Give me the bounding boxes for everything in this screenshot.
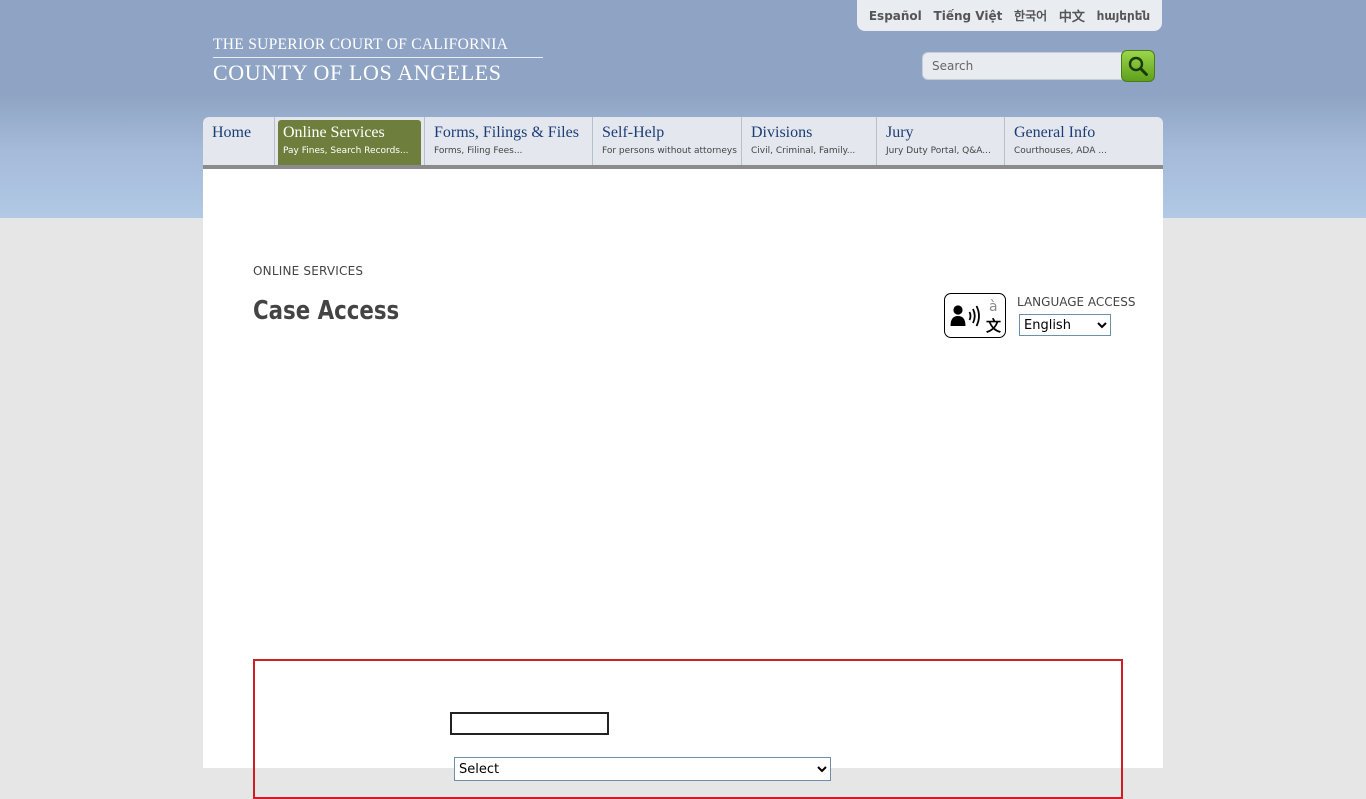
nav-item-title: Self-Help <box>602 124 665 141</box>
language-access-label: LANGUAGE ACCESS <box>1017 295 1136 309</box>
lang-link-armenian[interactable]: հայերեն <box>1097 9 1151 23</box>
nav-item-forms-filings[interactable]: Forms, Filings & Files Forms, Filing Fee… <box>425 117 593 165</box>
search-button[interactable] <box>1121 50 1155 82</box>
nav-item-title: Online Services <box>283 124 385 141</box>
svg-text:文: 文 <box>986 317 1002 335</box>
section-eyebrow: ONLINE SERVICES <box>253 264 364 278</box>
lang-link-korean[interactable]: 한국어 <box>1014 7 1047 24</box>
court-logo[interactable]: THE SUPERIOR COURT OF CALIFORNIA COUNTY … <box>213 36 543 86</box>
nav-item-divisions[interactable]: Divisions Civil, Criminal, Family... <box>742 117 877 165</box>
nav-item-active-tab: Online Services Pay Fines, Search Record… <box>278 120 421 165</box>
case-type-select[interactable]: Select <box>454 757 831 781</box>
nav-item-jury[interactable]: Jury Jury Duty Portal, Q&A... <box>877 117 1005 165</box>
nav-item-title: Divisions <box>751 124 813 141</box>
nav-item-subtitle: Courthouses, ADA ... <box>1014 146 1107 156</box>
page-title: Case Access <box>253 296 400 326</box>
nav-item-subtitle: For persons without attorneys <box>602 146 737 156</box>
search-box <box>922 52 1128 80</box>
nav-item-home[interactable]: Home <box>203 117 275 165</box>
svg-text:à: à <box>989 299 998 315</box>
case-number-input[interactable] <box>450 712 609 735</box>
nav-item-general-info[interactable]: General Info Courthouses, ADA ... <box>1005 117 1163 165</box>
nav-item-subtitle: Jury Duty Portal, Q&A... <box>886 146 991 156</box>
nav-item-title: Jury <box>886 124 914 141</box>
nav-item-title: General Info <box>1014 124 1096 141</box>
language-select[interactable]: English <box>1019 314 1111 336</box>
main-nav: Home Online Services Pay Fines, Search R… <box>203 117 1163 165</box>
nav-item-subtitle: Pay Fines, Search Records... <box>283 146 409 156</box>
language-links-bar: Español Tiếng Việt 한국어 中文 հայերեն <box>857 0 1162 31</box>
language-access-icon: à 文 <box>944 293 1006 338</box>
nav-item-title: Home <box>212 124 252 141</box>
logo-line-2: COUNTY OF LOS ANGELES <box>213 60 502 85</box>
magnifier-icon <box>1128 56 1148 76</box>
lang-link-vietnamese[interactable]: Tiếng Việt <box>934 9 1003 23</box>
search-input[interactable] <box>930 58 1119 74</box>
nav-item-title: Forms, Filings & Files <box>434 124 579 141</box>
nav-item-self-help[interactable]: Self-Help For persons without attorneys <box>593 117 742 165</box>
nav-item-subtitle: Civil, Criminal, Family... <box>751 146 856 156</box>
lang-link-spanish[interactable]: Español <box>869 9 922 23</box>
lang-link-chinese[interactable]: 中文 <box>1059 6 1085 25</box>
nav-item-subtitle: Forms, Filing Fees... <box>434 146 523 156</box>
nav-item-online-services[interactable]: Online Services Pay Fines, Search Record… <box>275 117 425 165</box>
logo-line-1: THE SUPERIOR COURT OF CALIFORNIA <box>213 36 543 58</box>
